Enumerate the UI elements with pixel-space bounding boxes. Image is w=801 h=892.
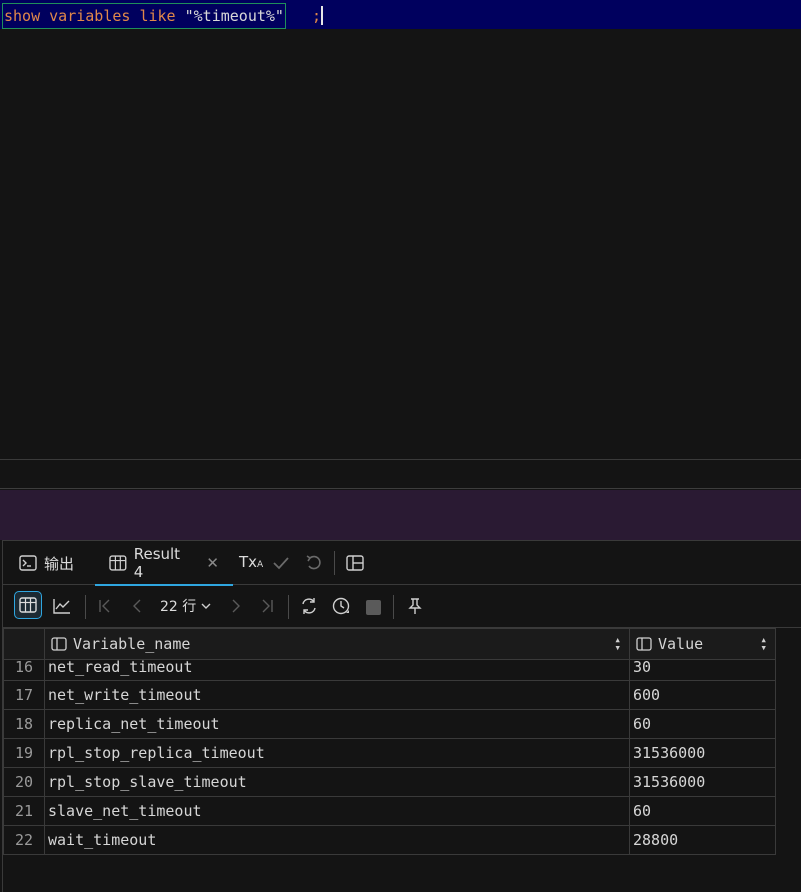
row-number-header	[3, 628, 45, 660]
row-number: 16	[3, 659, 45, 681]
chart-view-icon[interactable]	[52, 596, 72, 616]
row-number: 17	[3, 680, 45, 710]
variable-name-cell[interactable]: net_read_timeout	[44, 659, 630, 681]
previous-page-icon[interactable]	[127, 596, 147, 616]
sql-statement[interactable]: show variables like "%timeout%"	[2, 3, 286, 29]
result-tab-bar: 输出 Result 4 ✕ TxA	[3, 541, 801, 586]
row-number: 21	[3, 796, 45, 826]
column-header-label: Variable_name	[73, 635, 191, 653]
grid-view-button[interactable]	[14, 591, 42, 619]
toolbar-separator	[85, 595, 86, 619]
chevron-down-icon	[201, 603, 211, 609]
table-row[interactable]: 21 slave_net_timeout 60	[3, 796, 776, 826]
sort-icon[interactable]: ▴ ▾	[614, 634, 621, 653]
result-toolbar: 22 行	[3, 585, 801, 628]
text-caret	[321, 6, 323, 25]
rollback-icon[interactable]	[304, 553, 324, 573]
grid-header-row: Variable_name ▴ ▾ Value ▴ ▾	[3, 628, 776, 660]
variable-name-cell[interactable]: rpl_stop_replica_timeout	[44, 738, 630, 768]
sql-editor[interactable]: show variables like "%timeout%" ;	[0, 0, 801, 460]
column-header-value[interactable]: Value ▴ ▾	[629, 628, 776, 660]
tx-mode-button[interactable]: TxA	[239, 553, 263, 571]
variable-name-cell[interactable]: slave_net_timeout	[44, 796, 630, 826]
sort-icon[interactable]: ▴ ▾	[760, 634, 767, 653]
sql-terminator: ;	[312, 7, 322, 25]
variable-name-cell[interactable]: replica_net_timeout	[44, 709, 630, 739]
row-number: 20	[3, 767, 45, 797]
table-row[interactable]: 18 replica_net_timeout 60	[3, 709, 776, 739]
column-icon	[51, 637, 67, 651]
value-cell[interactable]: 600	[629, 680, 776, 710]
column-header-variable-name[interactable]: Variable_name ▴ ▾	[44, 628, 630, 660]
table-row[interactable]: 16 net_read_timeout 30	[3, 659, 776, 681]
stop-icon[interactable]	[366, 600, 381, 615]
table-row[interactable]: 19 rpl_stop_replica_timeout 31536000	[3, 738, 776, 768]
refresh-icon[interactable]	[299, 596, 319, 616]
column-header-label: Value	[658, 635, 704, 653]
grid-view-icon	[19, 597, 37, 613]
first-page-icon[interactable]	[95, 596, 115, 616]
row-number: 18	[3, 709, 45, 739]
layout-icon[interactable]	[345, 553, 365, 573]
toolbar-separator	[334, 551, 335, 575]
value-cell[interactable]: 31536000	[629, 738, 776, 768]
table-row[interactable]: 22 wait_timeout 28800	[3, 825, 776, 855]
row-count-dropdown[interactable]: 22 行	[160, 596, 212, 616]
tx-label: Tx	[239, 553, 258, 571]
pin-icon[interactable]	[405, 596, 425, 616]
tab-output-label: 输出	[44, 554, 75, 573]
variable-name-cell[interactable]: wait_timeout	[44, 825, 630, 855]
value-cell[interactable]: 28800	[629, 825, 776, 855]
row-number: 22	[3, 825, 45, 855]
result-grid[interactable]: Variable_name ▴ ▾ Value ▴ ▾ 16 net_read_…	[3, 628, 776, 855]
history-clock-icon[interactable]	[331, 596, 351, 616]
sql-pattern-string: "%timeout%"	[184, 7, 284, 25]
value-cell[interactable]: 30	[629, 659, 776, 681]
value-cell[interactable]: 31536000	[629, 767, 776, 797]
last-page-icon[interactable]	[257, 596, 277, 616]
sql-keyword-like: like	[139, 7, 176, 25]
editor-current-line[interactable]: show variables like "%timeout%" ;	[0, 0, 801, 29]
variable-name-cell[interactable]: rpl_stop_slave_timeout	[44, 767, 630, 797]
column-icon	[636, 637, 652, 651]
panel-splitter[interactable]	[0, 490, 801, 540]
terminal-icon	[19, 555, 37, 571]
table-row[interactable]: 20 rpl_stop_slave_timeout 31536000	[3, 767, 776, 797]
value-cell[interactable]: 60	[629, 709, 776, 739]
toolbar-separator	[393, 595, 394, 619]
tx-sub-label: A	[257, 560, 264, 570]
tab-result-label: Result 4	[133, 545, 181, 581]
row-number: 19	[3, 738, 45, 768]
commit-check-icon[interactable]	[271, 553, 291, 573]
table-row[interactable]: 17 net_write_timeout 600	[3, 680, 776, 710]
editor-status-strip	[0, 460, 801, 489]
result-panel: 输出 Result 4 ✕ TxA 22 行 Variable_name ▴ ▾…	[2, 540, 801, 892]
value-cell[interactable]: 60	[629, 796, 776, 826]
tab-output[interactable]: 输出	[19, 541, 74, 585]
row-count-label: 22 行	[160, 599, 197, 615]
variable-name-cell[interactable]: net_write_timeout	[44, 680, 630, 710]
table-icon	[109, 555, 127, 571]
sql-keyword-variables: variables	[49, 7, 131, 25]
close-icon[interactable]: ✕	[206, 554, 219, 572]
tab-result-4[interactable]: Result 4 ✕	[95, 541, 233, 586]
toolbar-separator	[288, 595, 289, 619]
sql-keyword-show: show	[4, 7, 41, 25]
next-page-icon[interactable]	[226, 596, 246, 616]
